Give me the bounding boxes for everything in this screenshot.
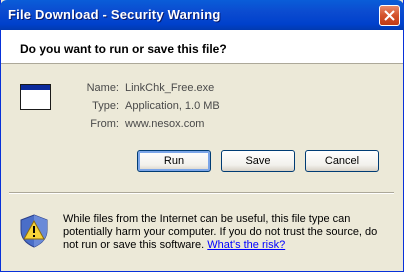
file-download-dialog: File Download - Security Warning Do you … (0, 0, 404, 272)
file-source-value: www.nesox.com (125, 118, 205, 130)
file-type-value: Application, 1.0 MB (125, 100, 220, 112)
security-shield-icon (20, 214, 48, 248)
file-name-value: LinkChk_Free.exe (125, 82, 215, 94)
save-button[interactable]: Save (221, 150, 295, 172)
cancel-button[interactable]: Cancel (305, 150, 379, 172)
dialog-header: Do you want to run or save this file? (1, 30, 403, 64)
run-button[interactable]: Run (137, 150, 211, 172)
separator (9, 192, 394, 194)
close-icon (384, 10, 395, 21)
close-button[interactable] (379, 5, 400, 26)
application-window-icon (20, 84, 51, 110)
type-label: Type: (92, 100, 119, 112)
title-bar[interactable]: File Download - Security Warning (0, 0, 404, 30)
whats-the-risk-link[interactable]: What's the risk? (207, 239, 285, 251)
from-label: From: (90, 118, 119, 130)
prompt-question: Do you want to run or save this file? (20, 42, 227, 56)
window-title: File Download - Security Warning (8, 7, 221, 22)
name-label: Name: (86, 82, 119, 94)
security-warning-text: While files from the Internet can be use… (63, 213, 395, 252)
